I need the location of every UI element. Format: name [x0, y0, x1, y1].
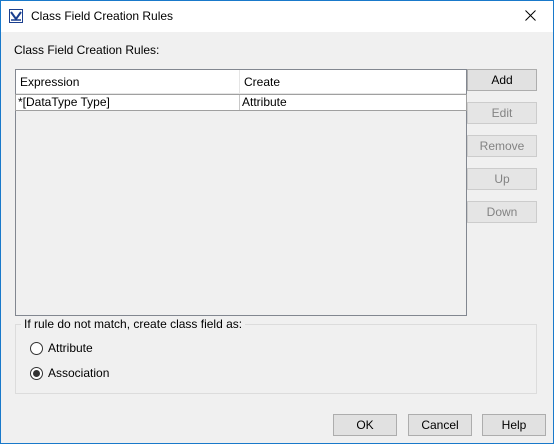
close-icon [524, 9, 536, 24]
radio-label-association[interactable]: Association [48, 366, 109, 380]
app-icon [9, 9, 23, 23]
radio-label-attribute[interactable]: Attribute [48, 341, 93, 355]
title-bar[interactable]: Class Field Creation Rules [1, 1, 553, 32]
fallback-groupbox [15, 324, 537, 394]
add-button[interactable]: Add [467, 69, 537, 91]
help-button[interactable]: Help [482, 414, 546, 436]
window-title: Class Field Creation Rules [31, 9, 174, 23]
column-header-create[interactable]: Create [240, 70, 466, 94]
column-header-expression[interactable]: Expression [16, 70, 240, 94]
table-header: Expression Create [16, 70, 466, 95]
cell-expression[interactable]: *[DataType Type] [16, 95, 240, 110]
cancel-button[interactable]: Cancel [408, 414, 472, 436]
up-button[interactable]: Up [467, 168, 537, 190]
rules-table[interactable]: Expression Create *[DataType Type] Attri… [15, 69, 467, 316]
radio-option-attribute[interactable]: Attribute [30, 341, 93, 355]
radio-button-attribute[interactable] [30, 341, 43, 355]
cell-create[interactable]: Attribute [240, 95, 466, 110]
radio-button-association[interactable] [30, 366, 43, 380]
down-button[interactable]: Down [467, 201, 537, 223]
ok-button[interactable]: OK [333, 414, 397, 436]
table-row[interactable]: *[DataType Type] Attribute [15, 94, 467, 111]
radio-selected-dot [33, 369, 40, 377]
radio-option-association[interactable]: Association [30, 366, 109, 380]
edit-button[interactable]: Edit [467, 102, 537, 124]
remove-button[interactable]: Remove [467, 135, 537, 157]
rules-section-label: Class Field Creation Rules: [14, 43, 160, 57]
close-button[interactable] [507, 1, 553, 32]
fallback-group-legend: If rule do not match, create class field… [21, 317, 246, 331]
